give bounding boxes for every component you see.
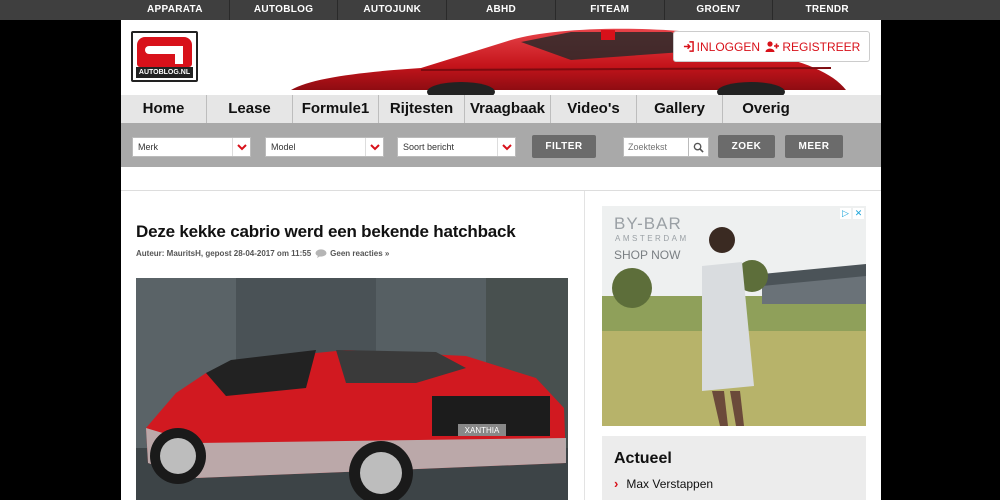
merk-select-value: Merk <box>138 142 158 152</box>
article-image[interactable]: XANTHIA <box>136 278 568 500</box>
soort-bericht-select[interactable]: Soort bericht <box>397 137 516 157</box>
nav-item-rijtesten[interactable]: Rijtesten <box>379 95 465 123</box>
login-label: INLOGGEN <box>696 39 761 54</box>
site-header: AUTOBLOG.NL INLOGGEN REGISTREER <box>121 20 881 95</box>
network-link-fiteam[interactable]: FITEAM <box>556 0 665 20</box>
zoek-button[interactable]: ZOEK <box>718 135 775 158</box>
actueel-box: Actueel › Max Verstappen <box>602 436 866 500</box>
network-link-trendr[interactable]: TRENDR <box>773 0 881 20</box>
article-title[interactable]: Deze kekke cabrio werd een bekende hatch… <box>136 222 576 242</box>
main-nav: Home Lease Formule1 Rijtesten Vraagbaak … <box>121 95 881 123</box>
nav-item-gallery[interactable]: Gallery <box>637 95 723 123</box>
article-car-photo: XANTHIA <box>136 278 568 500</box>
sign-in-icon <box>683 41 694 52</box>
model-select[interactable]: Model <box>265 137 384 157</box>
ad-cta[interactable]: SHOP NOW <box>614 248 680 262</box>
nav-item-overig[interactable]: Overig <box>723 95 809 123</box>
comments-link[interactable]: Geen reacties » <box>315 249 389 258</box>
comment-icon <box>315 249 327 258</box>
network-link-groen7[interactable]: GROEN7 <box>665 0 774 20</box>
content-divider <box>121 190 881 191</box>
network-link-autojunk[interactable]: AUTOJUNK <box>338 0 448 20</box>
sidebar-advertisement[interactable]: BY-BAR AMSTERDAM SHOP NOW ▷ ✕ <box>602 206 866 426</box>
license-plate-text: XANTHIA <box>465 426 500 435</box>
nav-item-home[interactable]: Home <box>121 95 207 123</box>
actueel-title: Actueel <box>614 450 672 467</box>
chevron-down-icon <box>365 138 383 156</box>
model-select-value: Model <box>271 142 296 152</box>
search-icon-button[interactable] <box>689 137 709 157</box>
logo-text: AUTOBLOG.NL <box>136 67 193 78</box>
article-meta: Auteur: MauritsH, gepost 28-04-2017 om 1… <box>136 249 389 258</box>
auth-box: INLOGGEN REGISTREER <box>673 31 870 62</box>
meer-button[interactable]: MEER <box>785 135 843 158</box>
user-plus-icon <box>765 41 780 52</box>
network-link-apparata[interactable]: APPARATA <box>121 0 230 20</box>
search-input[interactable] <box>623 137 689 157</box>
site-logo[interactable]: AUTOBLOG.NL <box>131 31 198 82</box>
comments-label: Geen reacties » <box>330 249 390 258</box>
register-label: REGISTREER <box>782 39 861 54</box>
close-icon[interactable]: ✕ <box>853 208 864 219</box>
chevron-right-icon: › <box>614 476 619 491</box>
article-author-date: Auteur: MauritsH, gepost 28-04-2017 om 1… <box>136 249 312 258</box>
chevron-down-icon <box>497 138 515 156</box>
nav-item-vraagbaak[interactable]: Vraagbaak <box>465 95 551 123</box>
nav-item-formule1[interactable]: Formule1 <box>293 95 379 123</box>
register-button[interactable]: REGISTREER <box>765 40 860 54</box>
nav-item-videos[interactable]: Video's <box>551 95 637 123</box>
filter-bar: Merk Model Soort bericht FILTER ZOEK <box>121 123 881 167</box>
column-divider <box>584 191 585 500</box>
topbar-left-fill <box>0 0 121 20</box>
ad-choices[interactable]: ▷ ✕ <box>840 208 864 219</box>
ad-brand: BY-BAR <box>614 214 682 233</box>
nav-item-lease[interactable]: Lease <box>207 95 293 123</box>
network-link-abhd[interactable]: ABHD <box>447 0 556 20</box>
login-button[interactable]: INLOGGEN <box>683 40 760 54</box>
topbar-right-fill <box>881 0 1000 20</box>
network-link-autoblog[interactable]: AUTOBLOG <box>230 0 339 20</box>
search-icon <box>693 142 704 153</box>
actueel-item-label: Max Verstappen <box>626 476 714 491</box>
ad-city: AMSTERDAM <box>615 234 689 243</box>
ad-info-icon[interactable]: ▷ <box>840 208 851 219</box>
chevron-down-icon <box>232 138 250 156</box>
filter-button[interactable]: FILTER <box>532 135 596 158</box>
logo-mark <box>137 37 192 67</box>
actueel-item[interactable]: › Max Verstappen <box>614 476 713 491</box>
soort-select-value: Soort bericht <box>403 142 455 152</box>
network-bar: APPARATA AUTOBLOG AUTOJUNK ABHD FITEAM G… <box>121 0 881 20</box>
page-container: AUTOBLOG.NL INLOGGEN REGISTREER Home Lea… <box>121 20 881 500</box>
merk-select[interactable]: Merk <box>132 137 251 157</box>
